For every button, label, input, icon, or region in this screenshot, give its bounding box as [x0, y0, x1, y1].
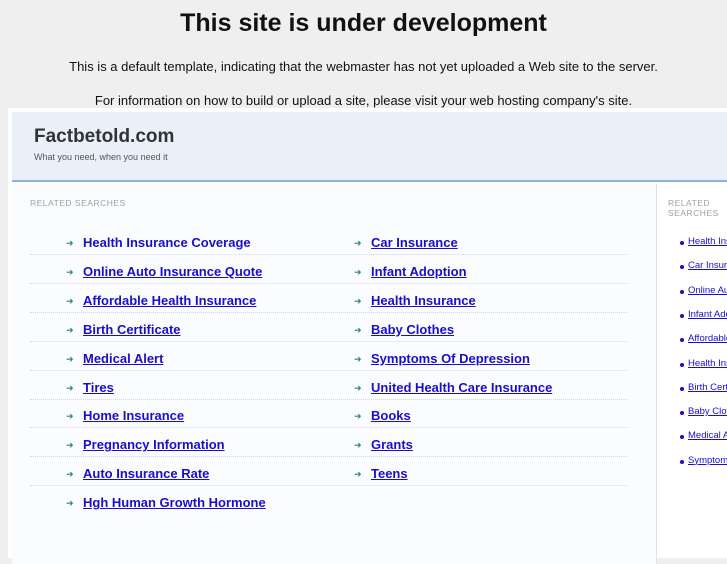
arrow-icon: ➜: [354, 295, 362, 306]
arrow-icon: ➜: [66, 498, 74, 509]
search-row: ➜ Hgh Human Growth Hormone: [30, 486, 628, 515]
bullet-icon: [680, 386, 684, 391]
bullet-icon: [680, 459, 684, 464]
sidebar-link[interactable]: Infant Adoption: [688, 309, 727, 320]
related-searches-heading: RELATED SEARCHES: [30, 198, 126, 208]
sidebar-heading: RELATED SEARCHES: [668, 198, 719, 218]
sidebar-link[interactable]: Car Insurance: [688, 260, 727, 271]
arrow-icon: ➜: [354, 440, 362, 451]
search-link[interactable]: Pregnancy Information: [83, 437, 225, 452]
bullet-icon: [680, 289, 684, 294]
search-link[interactable]: Health Insurance Coverage: [83, 235, 251, 250]
notice-line-1: This is a default template, indicating t…: [69, 59, 658, 74]
notice-title: This site is under development: [180, 9, 547, 37]
search-link[interactable]: Health Insurance: [371, 293, 476, 308]
arrow-icon: ➜: [66, 295, 74, 306]
sidebar-link[interactable]: Birth Certificate: [688, 382, 727, 393]
arrow-icon: ➜: [354, 382, 362, 393]
bullet-icon: [680, 411, 684, 416]
sidebar-link[interactable]: Online Auto Insurance Quote: [688, 285, 727, 296]
site-header: Factbetold.com What you need, when you n…: [12, 112, 727, 182]
site-tagline: What you need, when you need it: [34, 152, 168, 162]
search-link[interactable]: Birth Certificate: [83, 322, 181, 337]
sidebar-link[interactable]: Symptoms Of Depression: [688, 455, 727, 466]
arrow-icon: ➜: [66, 266, 74, 277]
arrow-icon: ➜: [66, 440, 74, 451]
bullet-icon: [680, 435, 684, 440]
arrow-icon: ➜: [354, 324, 362, 335]
sidebar-link[interactable]: Health Insurance: [688, 358, 727, 369]
arrow-icon: ➜: [354, 469, 362, 480]
arrow-icon: ➜: [66, 238, 74, 248]
search-link[interactable]: Teens: [371, 466, 408, 481]
search-link[interactable]: Auto Insurance Rate: [83, 466, 209, 481]
bullet-icon: [680, 313, 684, 318]
arrow-icon: ➜: [66, 469, 74, 480]
related-searches-main: RELATED SEARCHES ➜ Health Insurance Cover…: [12, 184, 657, 564]
parked-page: Factbetold.com What you need, when you n…: [8, 108, 727, 564]
search-row: ➜ Pregnancy Information ➜ Grants: [30, 428, 628, 458]
search-row: ➜ Auto Insurance Rate ➜ Teens: [30, 457, 628, 487]
bullet-icon: [680, 265, 684, 270]
search-link[interactable]: Books: [371, 408, 411, 423]
site-name: Factbetold.com: [34, 126, 175, 147]
search-row: ➜ Birth Certificate ➜ Baby Clothes: [30, 313, 628, 342]
search-row: ➜ Tires ➜ United Health Care Insurance: [30, 371, 628, 400]
sidebar-link[interactable]: Affordable Health Insurance: [688, 333, 727, 344]
search-link[interactable]: United Health Care Insurance: [371, 380, 552, 395]
sidebar-link[interactable]: Medical Alert: [688, 430, 727, 441]
related-searches-sidebar: RELATED SEARCHES Health Insurance Covera…: [660, 184, 727, 564]
search-link[interactable]: Medical Alert: [83, 351, 163, 366]
arrow-icon: ➜: [66, 411, 74, 422]
search-link[interactable]: Home Insurance: [83, 408, 184, 423]
arrow-icon: ➜: [66, 353, 74, 364]
search-row: ➜ Health Insurance Coverage ➜ Car Insurance: [30, 226, 628, 255]
search-link[interactable]: Symptoms Of Depression: [371, 351, 530, 366]
arrow-icon: ➜: [66, 382, 74, 393]
search-link[interactable]: Online Auto Insurance Quote: [83, 264, 262, 279]
search-row: ➜ Online Auto Insurance Quote ➜ Infant Adop…: [30, 255, 628, 284]
search-link[interactable]: Baby Clothes: [371, 322, 454, 337]
notice-line-2: For information on how to build or uploa…: [94, 93, 633, 108]
bullet-icon: [680, 338, 684, 343]
search-link[interactable]: Tires: [83, 380, 114, 395]
search-link[interactable]: Infant Adoption: [371, 264, 467, 279]
search-row: ➜ Home Insurance ➜ Books: [30, 399, 628, 429]
bullet-icon: [680, 241, 684, 245]
arrow-icon: ➜: [354, 353, 362, 364]
bullet-icon: [680, 362, 684, 367]
arrow-icon: ➜: [354, 266, 362, 277]
sidebar-link[interactable]: Health Insurance Coverage: [688, 236, 727, 247]
arrow-icon: ➜: [66, 324, 74, 335]
arrow-icon: ➜: [354, 238, 362, 248]
sidebar-link[interactable]: Baby Clothes: [688, 406, 727, 417]
search-link[interactable]: Hgh Human Growth Hormone: [83, 495, 266, 510]
search-row: ➜ Affordable Health Insurance ➜ Health Insu…: [30, 284, 628, 313]
search-link[interactable]: Affordable Health Insurance: [83, 293, 256, 308]
search-row: ➜ Medical Alert ➜ Symptoms Of Depression: [30, 342, 628, 371]
arrow-icon: ➜: [354, 411, 362, 422]
search-link[interactable]: Grants: [371, 437, 413, 452]
search-link[interactable]: Car Insurance: [371, 235, 458, 250]
